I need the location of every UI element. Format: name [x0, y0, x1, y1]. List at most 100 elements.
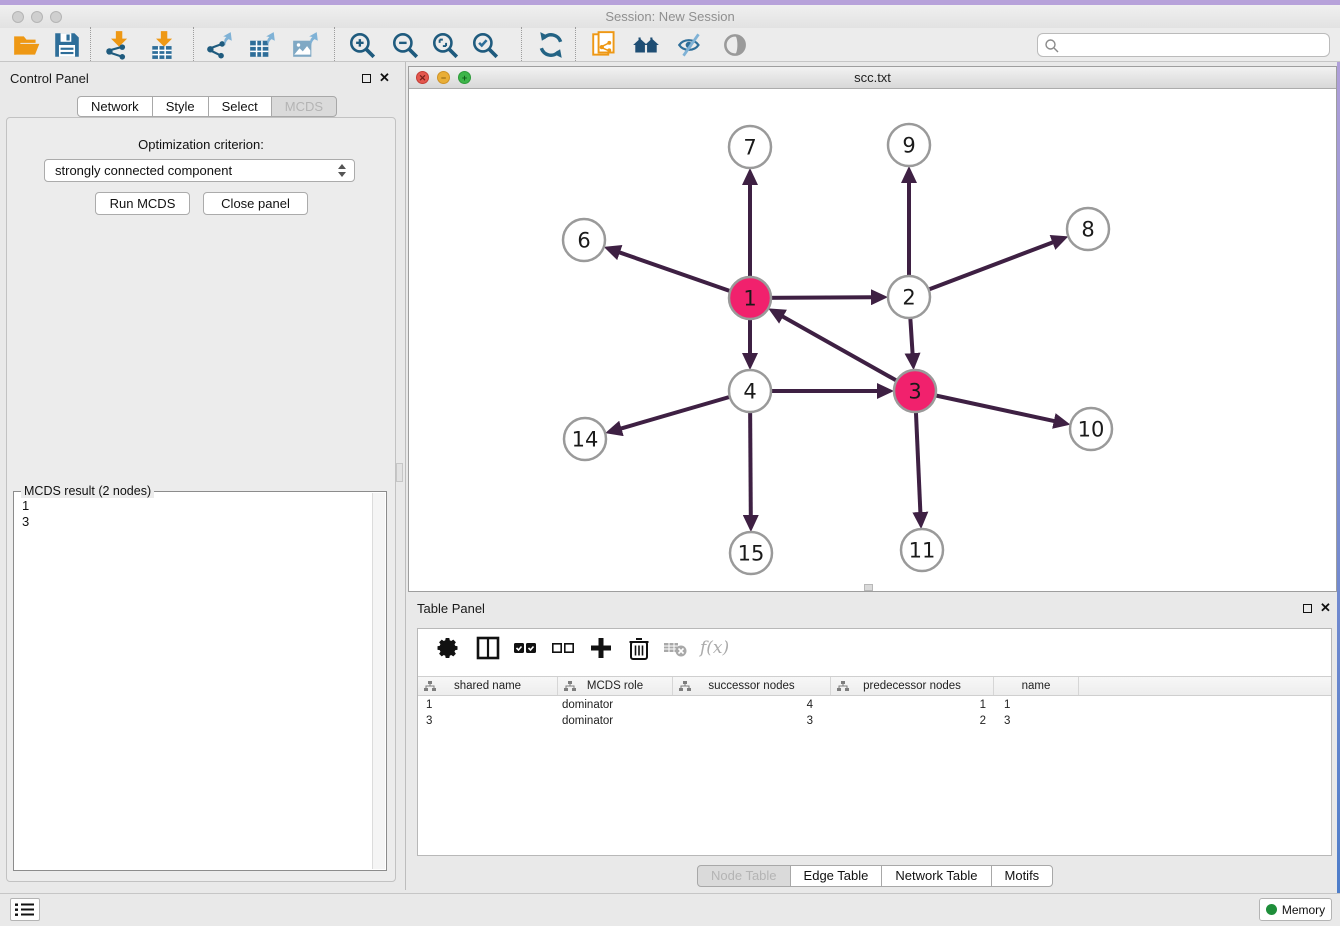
mcds-panel: Optimization criterion: strongly connect… [6, 117, 396, 882]
optimization-criterion-select[interactable]: strongly connected component [44, 159, 355, 182]
search-input[interactable] [1064, 35, 1324, 55]
close-panel-icon[interactable]: ✕ [379, 70, 390, 86]
eye-icon[interactable] [720, 30, 750, 60]
cell-shared-name[interactable]: 1 [418, 697, 558, 713]
node-8[interactable]: 8 [1067, 208, 1109, 250]
column-header-mcds-role[interactable]: MCDS role [558, 677, 673, 695]
memory-status-icon [1266, 904, 1277, 915]
tab-motifs[interactable]: Motifs [991, 865, 1054, 887]
column-header-name[interactable]: name [994, 677, 1079, 695]
import-network-icon[interactable] [103, 30, 133, 60]
export-network-icon[interactable] [205, 30, 235, 60]
svg-text:6: 6 [577, 229, 590, 253]
node-7[interactable]: 7 [729, 126, 771, 168]
delete-column-trash-icon[interactable] [626, 635, 652, 661]
open-folder-icon[interactable] [12, 30, 42, 60]
memory-button[interactable]: Memory [1259, 898, 1332, 921]
minimize-traffic-icon[interactable] [31, 11, 43, 23]
tab-style[interactable]: Style [152, 96, 209, 117]
create-column-plus-icon[interactable] [588, 635, 614, 661]
node-11[interactable]: 11 [901, 529, 943, 571]
mcds-result-title: MCDS result (2 nodes) [21, 484, 154, 498]
node-1[interactable]: 1 [729, 277, 771, 319]
close-traffic-icon[interactable] [12, 11, 24, 23]
tab-network[interactable]: Network [77, 96, 153, 117]
node-3[interactable]: 3 [894, 370, 936, 412]
svg-text:1: 1 [743, 287, 756, 311]
column-header-predecessor-nodes[interactable]: predecessor nodes [831, 677, 994, 695]
task-history-list-icon[interactable] [10, 898, 40, 921]
float-panel-icon[interactable] [362, 74, 371, 83]
svg-text:8: 8 [1081, 218, 1094, 242]
node-2[interactable]: 2 [888, 276, 930, 318]
scrollbar[interactable] [372, 493, 385, 869]
close-table-panel-icon[interactable]: ✕ [1320, 600, 1331, 616]
zoom-selected-icon[interactable] [470, 30, 500, 60]
node-14[interactable]: 14 [564, 418, 606, 460]
select-all-columns-icon[interactable] [512, 635, 538, 661]
table-area: f(x) shared nameMCDS rolesuccessor nodes… [417, 628, 1332, 856]
unselect-all-columns-icon[interactable] [550, 635, 576, 661]
table-settings-gear-icon[interactable] [436, 635, 462, 661]
export-image-icon[interactable] [291, 30, 321, 60]
node-15[interactable]: 15 [730, 532, 772, 574]
zoom-out-icon[interactable] [390, 30, 420, 60]
cell-name[interactable]: 1 [994, 697, 1079, 713]
network-from-file-icon[interactable] [590, 30, 620, 60]
cell-mcds-role[interactable]: dominator [558, 697, 673, 713]
cell-predecessor-nodes[interactable]: 2 [831, 713, 994, 729]
main-toolbar [0, 28, 1340, 62]
node-4[interactable]: 4 [729, 370, 771, 412]
refresh-icon[interactable] [536, 30, 566, 60]
cell-mcds-role[interactable]: dominator [558, 713, 673, 729]
zoom-fit-icon[interactable] [430, 30, 460, 60]
node-6[interactable]: 6 [563, 219, 605, 261]
run-mcds-button[interactable]: Run MCDS [95, 192, 190, 215]
cell-name[interactable]: 3 [994, 713, 1079, 729]
svg-text:7: 7 [743, 136, 756, 160]
tab-select[interactable]: Select [208, 96, 272, 117]
cell-successor-nodes[interactable]: 4 [673, 697, 831, 713]
node-10[interactable]: 10 [1070, 408, 1112, 450]
tab-node-table[interactable]: Node Table [697, 865, 791, 887]
save-icon[interactable] [52, 30, 82, 60]
column-tree-icon [837, 681, 849, 692]
show-column-icon[interactable] [475, 635, 501, 661]
column-header-successor-nodes[interactable]: successor nodes [673, 677, 831, 695]
network-canvas[interactable]: 1 2 3 4 6 7 8 9 10 11 14 15 [409, 89, 1336, 591]
mcds-result-box: MCDS result (2 nodes) 13 [13, 491, 387, 871]
network-window-titlebar: ✕ − + scc.txt [409, 67, 1336, 89]
float-table-panel-icon[interactable] [1303, 604, 1312, 613]
edge-3-1[interactable] [782, 316, 915, 391]
minimize-window-icon[interactable]: − [437, 71, 450, 84]
edge-2-8[interactable] [909, 242, 1053, 297]
panel-divider-handle[interactable] [396, 463, 403, 482]
close-panel-button[interactable]: Close panel [203, 192, 308, 215]
tab-edge-table[interactable]: Edge Table [790, 865, 883, 887]
table-row[interactable]: 1dominator411 [418, 697, 1331, 713]
tab-network-table[interactable]: Network Table [881, 865, 991, 887]
close-window-icon[interactable]: ✕ [416, 71, 429, 84]
node-9[interactable]: 9 [888, 124, 930, 166]
cell-shared-name[interactable]: 3 [418, 713, 558, 729]
ndex-home-icon[interactable] [631, 30, 661, 60]
network-graph: 1 2 3 4 6 7 8 9 10 11 14 15 [409, 89, 1336, 591]
search-icon [1044, 38, 1060, 54]
panel-divider [405, 62, 406, 890]
table-header-row: shared nameMCDS rolesuccessor nodesprede… [418, 676, 1331, 696]
tab-mcds[interactable]: MCDS [271, 96, 337, 117]
zoom-in-icon[interactable] [347, 30, 377, 60]
svg-text:3: 3 [908, 380, 921, 404]
cell-successor-nodes[interactable]: 3 [673, 713, 831, 729]
canvas-splitter-handle[interactable] [864, 584, 873, 591]
column-header-shared-name[interactable]: shared name [418, 677, 558, 695]
export-table-icon[interactable] [248, 30, 278, 60]
maximize-window-icon[interactable]: + [458, 71, 471, 84]
hide-graphics-details-icon[interactable] [676, 30, 706, 60]
maximize-traffic-icon[interactable] [50, 11, 62, 23]
cell-predecessor-nodes[interactable]: 1 [831, 697, 994, 713]
import-table-icon[interactable] [148, 30, 178, 60]
memory-label: Memory [1282, 903, 1325, 917]
column-tree-icon [424, 681, 436, 692]
table-row[interactable]: 3dominator323 [418, 713, 1331, 729]
